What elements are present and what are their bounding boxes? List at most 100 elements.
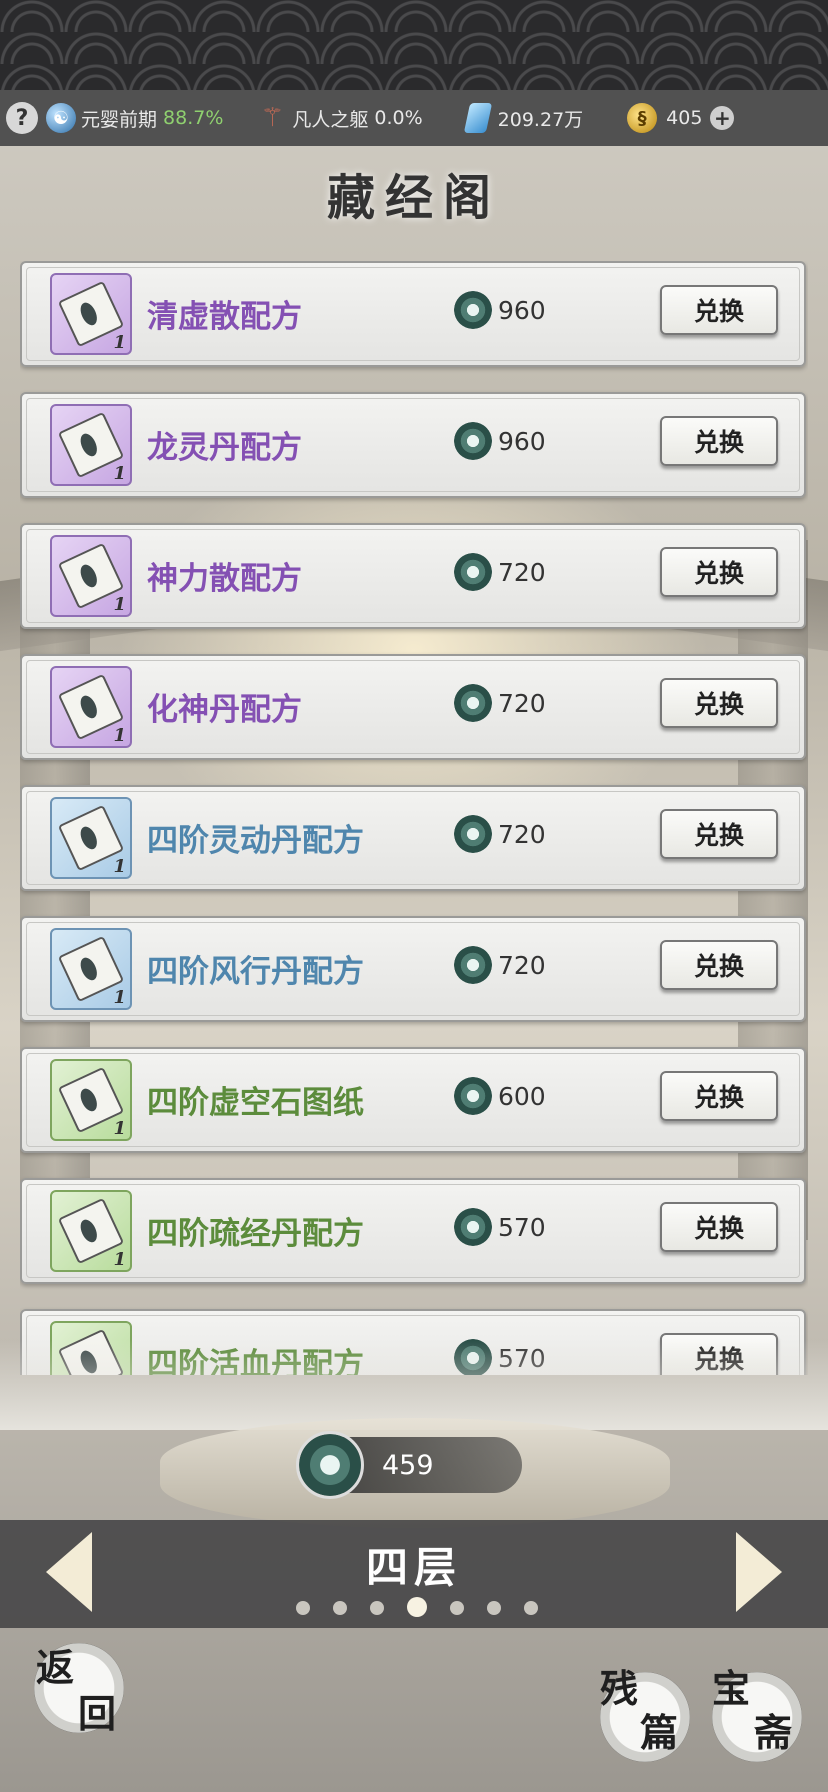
- item-cost-value: 960: [498, 295, 546, 325]
- item-cost-value: 720: [498, 950, 546, 980]
- page-dot[interactable]: [450, 1600, 464, 1615]
- list-item: 1 清虚散配方 960 兑换: [20, 261, 806, 367]
- item-name: 四阶虚空石图纸: [147, 1085, 364, 1121]
- item-quantity: 1: [113, 332, 126, 353]
- list-item: 1 神力散配方 720 兑换: [20, 523, 806, 629]
- item-name: 四阶灵动丹配方: [147, 823, 364, 859]
- spirit-currency-icon: [296, 1431, 364, 1499]
- exchange-button[interactable]: 兑换: [660, 416, 778, 466]
- page-title: 藏经阁: [326, 170, 501, 226]
- gold-count: 405: [666, 107, 703, 129]
- exchange-button[interactable]: 兑换: [660, 1202, 778, 1252]
- fragments-button[interactable]: 残 篇: [600, 1666, 690, 1762]
- back-button[interactable]: 返 回: [34, 1643, 124, 1736]
- item-cost: 960: [454, 422, 546, 460]
- spirit-stone-icon: [463, 103, 492, 133]
- page-dot[interactable]: [296, 1600, 310, 1615]
- list-item: 1 四阶虚空石图纸 600 兑换: [20, 1047, 806, 1153]
- item-icon-box[interactable]: 1: [50, 1059, 132, 1141]
- body-stat: ⚚ 凡人之躯 0.0%: [257, 103, 423, 133]
- item-cost-value: 570: [498, 1212, 546, 1242]
- item-quantity: 1: [113, 725, 126, 746]
- item-name: 化神丹配方: [147, 692, 302, 728]
- item-quantity: 1: [113, 594, 126, 615]
- back-char-2: 回: [78, 1691, 117, 1736]
- page-dot[interactable]: [370, 1600, 384, 1615]
- body-realm-icon: ⚚: [260, 103, 285, 133]
- spirit-currency-icon: [454, 946, 492, 984]
- spirit-currency-icon: [454, 684, 492, 722]
- plus-icon[interactable]: +: [710, 106, 735, 130]
- spirit-stone-stat: 209.27万: [463, 103, 584, 133]
- help-icon[interactable]: ?: [6, 102, 38, 134]
- item-icon-box[interactable]: 1: [50, 928, 132, 1010]
- exchange-button[interactable]: 兑换: [660, 809, 778, 859]
- item-cost: 570: [454, 1208, 546, 1246]
- item-cost-value: 600: [498, 1081, 546, 1111]
- exchange-button[interactable]: 兑换: [660, 547, 778, 597]
- body-realm-label: 凡人之躯: [292, 108, 369, 131]
- spirit-stone-count: 209.27万: [497, 108, 584, 131]
- spirit-currency-icon: [454, 553, 492, 591]
- page-dot[interactable]: [407, 1597, 427, 1617]
- list-item: 1 四阶疏经丹配方 570 兑换: [20, 1178, 806, 1284]
- item-name: 四阶风行丹配方: [147, 954, 364, 990]
- list-item: 1 龙灵丹配方 960 兑换: [20, 392, 806, 498]
- spirit-currency-icon: [454, 1208, 492, 1246]
- list-item: 1 四阶灵动丹配方 720 兑换: [20, 785, 806, 891]
- spirit-currency-icon: [454, 291, 492, 329]
- item-cost: 960: [454, 291, 546, 329]
- realm-label: 元婴前期: [81, 108, 158, 131]
- list-item: 1 化神丹配方 720 兑换: [20, 654, 806, 760]
- balance-display: 459: [296, 1431, 522, 1499]
- treasure-button[interactable]: 宝 斋: [712, 1666, 802, 1762]
- item-cost: 720: [454, 946, 546, 984]
- item-icon-box[interactable]: 1: [50, 273, 132, 355]
- item-quantity: 1: [113, 463, 126, 484]
- item-name: 神力散配方: [147, 561, 302, 597]
- fragments-char-2: 篇: [640, 1710, 679, 1755]
- item-icon-box[interactable]: 1: [50, 666, 132, 748]
- item-icon-box[interactable]: 1: [50, 404, 132, 486]
- realm-stat: ☯ 元婴前期 88.7%: [46, 103, 223, 133]
- item-quantity: 1: [113, 987, 126, 1008]
- page-dot[interactable]: [487, 1600, 501, 1615]
- item-name: 清虚散配方: [147, 299, 302, 335]
- fragments-char-1: 残: [600, 1666, 639, 1711]
- item-icon-box[interactable]: 1: [50, 797, 132, 879]
- list-item: 1 四阶风行丹配方 720 兑换: [20, 916, 806, 1022]
- item-name: 龙灵丹配方: [147, 430, 302, 466]
- item-cost: 720: [454, 815, 546, 853]
- item-list[interactable]: 1 清虚散配方 960 兑换 1 龙灵丹配方 960 兑换 1 神力散配方 720 兑换 1 化神丹配方 7…: [20, 261, 808, 1375]
- item-icon-box[interactable]: 1: [50, 535, 132, 617]
- page-indicator: [296, 1597, 561, 1617]
- balance-value: 459: [382, 1449, 434, 1481]
- status-bar: ? ☯ 元婴前期 88.7% ⚚ 凡人之躯 0.0% 209.27万 § 405…: [0, 90, 828, 146]
- item-name: 四阶疏经丹配方: [147, 1216, 364, 1252]
- exchange-button[interactable]: 兑换: [660, 285, 778, 335]
- item-quantity: 1: [113, 1118, 126, 1139]
- item-cost: 720: [454, 684, 546, 722]
- item-cost-value: 960: [498, 426, 546, 456]
- treasure-char-1: 宝: [712, 1666, 751, 1711]
- item-cost-value: 720: [498, 819, 546, 849]
- page-dot[interactable]: [524, 1600, 538, 1615]
- page-dot[interactable]: [333, 1600, 347, 1615]
- item-cost-value: 720: [498, 557, 546, 587]
- item-cost: 600: [454, 1077, 546, 1115]
- exchange-button[interactable]: 兑换: [660, 940, 778, 990]
- exchange-button[interactable]: 兑换: [660, 678, 778, 728]
- treasure-char-2: 斋: [754, 1710, 793, 1755]
- item-cost: 720: [454, 553, 546, 591]
- body-progress: 0.0%: [374, 107, 423, 129]
- item-quantity: 1: [113, 1249, 126, 1270]
- item-quantity: 1: [113, 856, 126, 877]
- back-char-1: 返: [36, 1645, 75, 1690]
- arrow-right-icon[interactable]: [736, 1532, 782, 1612]
- top-decoration: [0, 0, 828, 90]
- spirit-currency-icon: [454, 1077, 492, 1115]
- exchange-button[interactable]: 兑换: [660, 1071, 778, 1121]
- gold-stat: § 405 +: [627, 103, 735, 133]
- list-fade: [0, 1340, 828, 1430]
- item-icon-box[interactable]: 1: [50, 1190, 132, 1272]
